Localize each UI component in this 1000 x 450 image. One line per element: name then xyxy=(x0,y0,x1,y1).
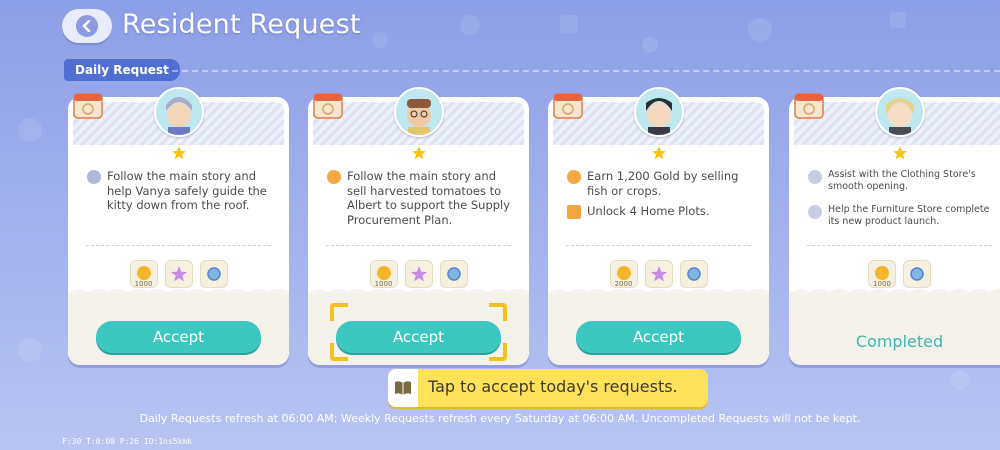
resident-icon xyxy=(87,170,101,184)
task-item: Follow the main story and sell harvested… xyxy=(327,169,519,227)
resident-icon xyxy=(808,170,822,184)
debug-overlay: F:30 T:0:00 P:26 ID:1ns5kmk xyxy=(62,437,193,446)
task-item: Follow the main story and help Vanya saf… xyxy=(87,169,279,213)
star-shard-icon xyxy=(404,260,433,288)
page-title: Resident Request xyxy=(122,9,361,40)
calendar-icon xyxy=(73,93,103,119)
card-footer: Accept xyxy=(68,289,289,365)
calendar-icon xyxy=(794,93,824,119)
section-divider xyxy=(172,70,1000,72)
card-footer: Accept xyxy=(548,289,769,365)
rewards-row: 1000 xyxy=(789,260,1000,288)
sun-icon xyxy=(327,170,341,184)
completed-status: Completed xyxy=(855,332,944,351)
highlight-corner xyxy=(489,303,507,321)
task-text: Unlock 4 Home Plots. xyxy=(587,204,710,218)
badge-icon xyxy=(199,260,228,288)
task-text: Earn 1,200 Gold by selling fish or crops… xyxy=(587,169,739,198)
rewards-row: 1000 xyxy=(308,260,529,288)
home-icon xyxy=(567,205,581,219)
star-icon xyxy=(651,146,666,160)
gold-coin-icon: 1000 xyxy=(369,260,398,288)
divider xyxy=(86,245,271,246)
calendar-icon xyxy=(553,93,583,119)
refresh-notice: Daily Requests refresh at 06:00 AM; Week… xyxy=(139,412,861,425)
accept-button[interactable]: Accept xyxy=(336,321,501,353)
rewards-row: 2000 xyxy=(548,260,769,288)
task-text: Help the Furniture Store complete its ne… xyxy=(828,204,990,227)
resident-avatar-albert xyxy=(393,87,444,137)
book-icon xyxy=(388,369,418,407)
tip-text: Tap to accept today's requests. xyxy=(428,377,678,396)
highlight-corner xyxy=(489,343,507,361)
gold-coin-icon: 1000 xyxy=(868,260,896,288)
task-text: Follow the main story and sell harvested… xyxy=(347,169,511,227)
rewards-row: 1000 xyxy=(68,260,289,288)
accept-button[interactable]: Accept xyxy=(96,321,261,353)
star-icon xyxy=(411,146,426,160)
divider xyxy=(326,245,511,246)
task-item: Earn 1,200 Gold by selling fish or crops… xyxy=(567,169,759,198)
task-item: Assist with the Clothing Store's smooth … xyxy=(808,169,1000,193)
back-button[interactable] xyxy=(62,9,112,43)
task-text: Follow the main story and help Vanya saf… xyxy=(107,169,267,212)
request-card-3[interactable]: Earn 1,200 Gold by selling fish or crops… xyxy=(548,87,769,365)
tutorial-tip[interactable]: Tap to accept today's requests. xyxy=(388,369,708,407)
badge-icon xyxy=(679,260,708,288)
highlight-corner xyxy=(330,303,348,321)
accept-button[interactable]: Accept xyxy=(576,321,741,353)
gold-coin-icon: 1000 xyxy=(129,260,158,288)
chevron-left-icon xyxy=(76,15,98,37)
sun-icon xyxy=(567,170,581,184)
star-icon xyxy=(892,146,907,160)
star-shard-icon xyxy=(164,260,193,288)
request-card-1[interactable]: Follow the main story and help Vanya saf… xyxy=(68,87,289,365)
calendar-icon xyxy=(313,93,343,119)
badge-icon xyxy=(903,260,931,288)
badge-icon xyxy=(439,260,468,288)
resident-avatar-blonde xyxy=(874,87,925,137)
star-icon xyxy=(171,146,186,160)
section-tag-daily-request: Daily Request xyxy=(64,59,180,81)
request-card-4[interactable]: Assist with the Clothing Store's smooth … xyxy=(789,87,1000,365)
divider xyxy=(807,245,992,246)
resident-icon xyxy=(808,205,822,219)
divider xyxy=(566,245,751,246)
task-item: Help the Furniture Store complete its ne… xyxy=(808,204,1000,228)
highlight-corner xyxy=(330,343,348,361)
task-text: Assist with the Clothing Store's smooth … xyxy=(828,169,976,192)
request-card-2[interactable]: Follow the main story and sell harvested… xyxy=(308,87,529,365)
card-footer: Accept xyxy=(308,289,529,365)
resident-avatar-dark-hair xyxy=(633,87,684,137)
resident-avatar-gray-hair xyxy=(153,87,204,137)
task-item: Unlock 4 Home Plots. xyxy=(567,204,759,219)
card-footer: Completed xyxy=(789,289,1000,365)
gold-coin-icon: 2000 xyxy=(609,260,638,288)
star-shard-icon xyxy=(644,260,673,288)
